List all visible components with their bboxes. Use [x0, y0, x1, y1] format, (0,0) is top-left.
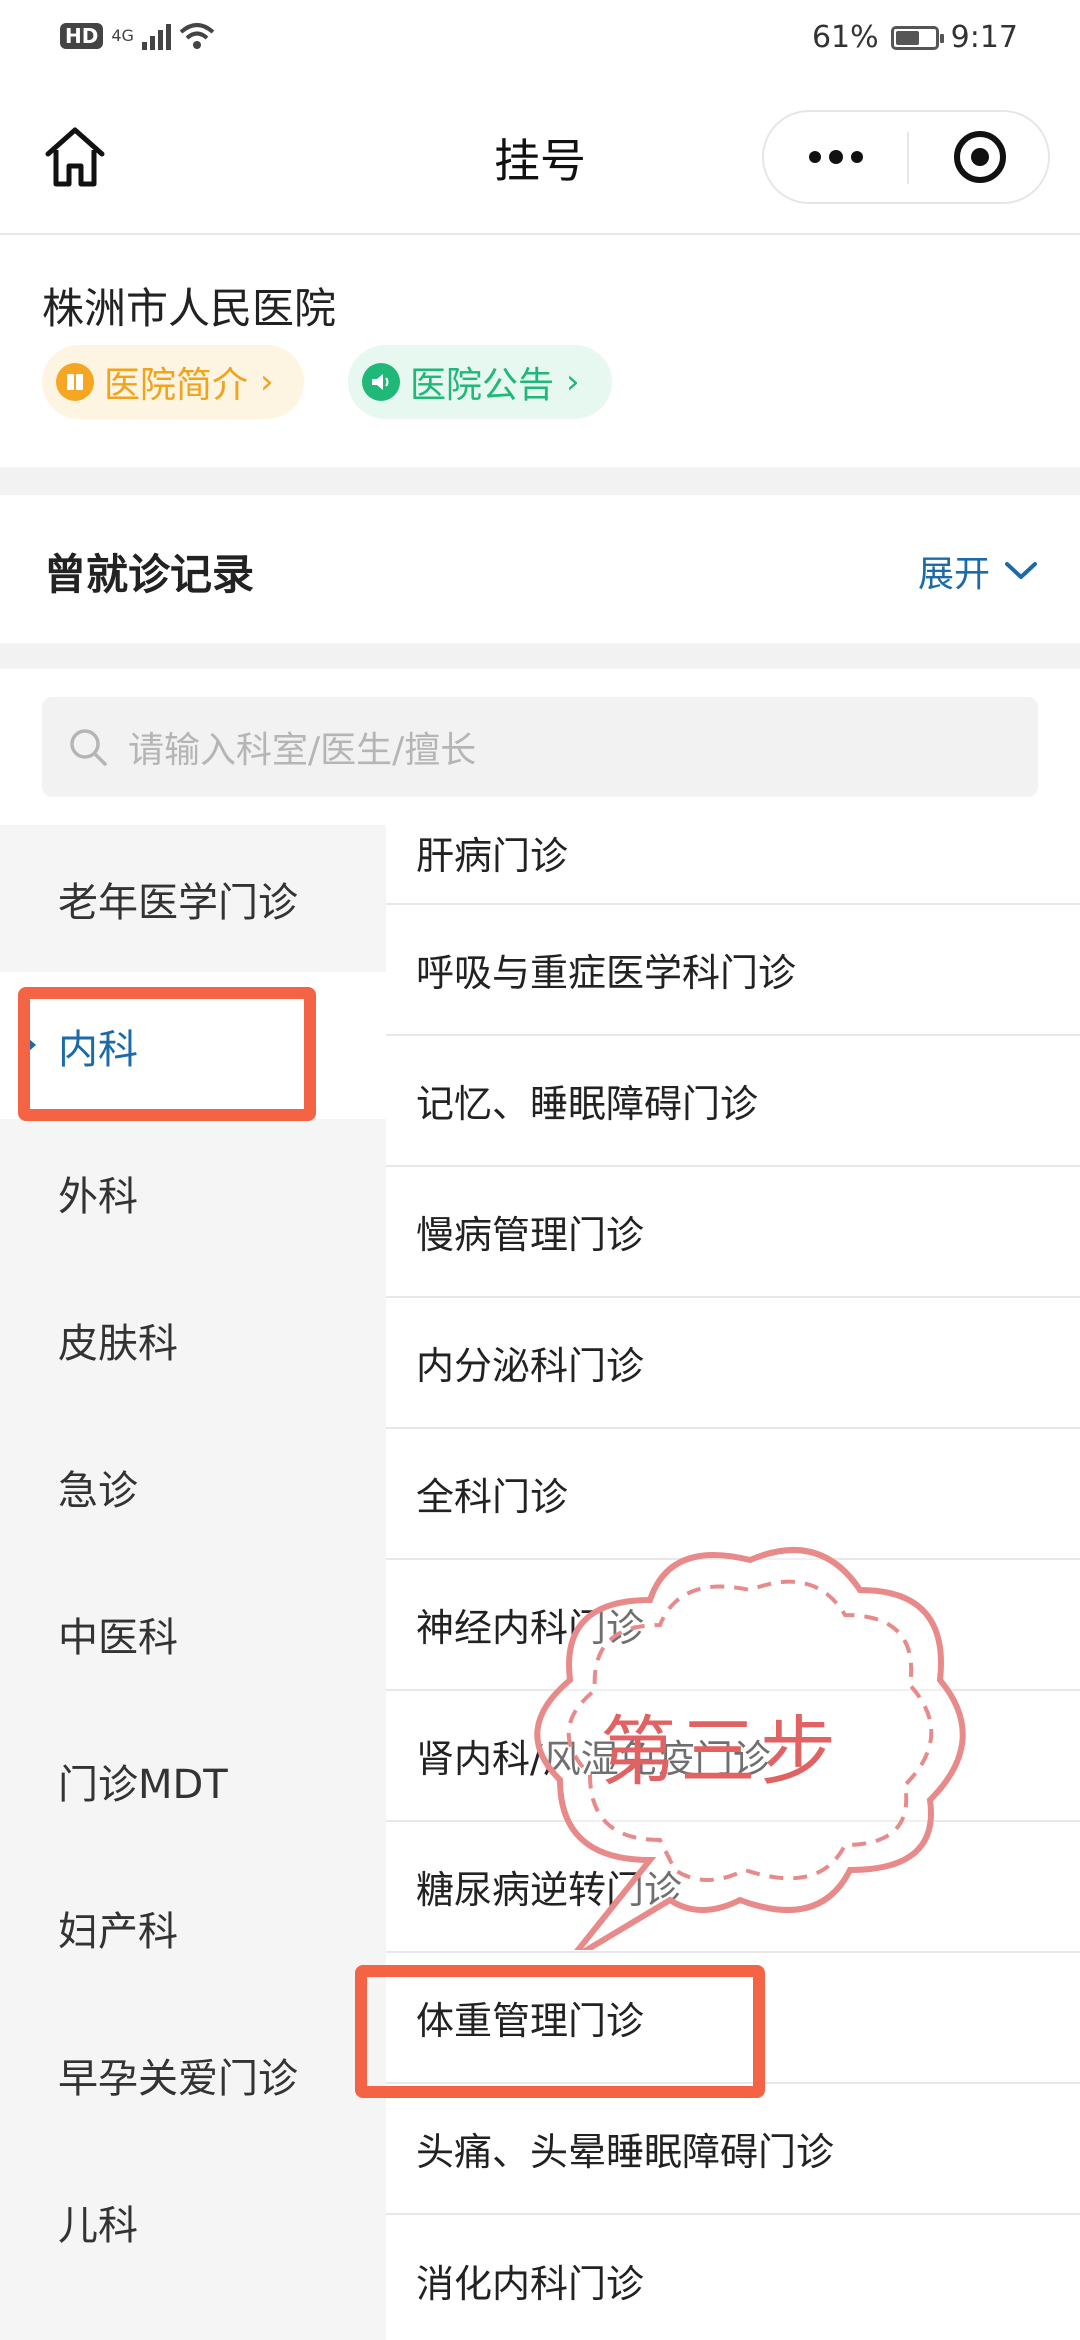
clinic-item[interactable]: 慢病管理门诊 [386, 1167, 1080, 1298]
visit-records-section: 曾就诊记录 展开 [0, 495, 1080, 643]
department-item-active[interactable]: 内科 [0, 972, 386, 1119]
hospital-info: 株洲市人民医院 医院简介 › 医院公告 › [0, 235, 1080, 467]
hospital-notice-button[interactable]: 医院公告 › [348, 345, 612, 419]
network-type: 4G [111, 26, 134, 45]
hospital-name: 株洲市人民医院 [42, 284, 337, 333]
clinic-item[interactable]: 糖尿病逆转门诊 [386, 1822, 1080, 1953]
clinic-item[interactable]: 神经内科门诊 [386, 1560, 1080, 1691]
hospital-intro-button[interactable]: 医院简介 › [42, 345, 304, 419]
hd-badge: HD [60, 23, 104, 49]
clinic-item[interactable]: 记忆、睡眠障碍门诊 [386, 1036, 1080, 1167]
chevron-right-icon: › [566, 362, 580, 402]
department-item[interactable]: 中医科 [0, 1560, 386, 1707]
book-icon [56, 363, 94, 401]
signal-icon [141, 22, 171, 50]
department-list: 老年医学门诊 内科 外科 皮肤科 急诊 中医科 门诊MDT 妇产科 早孕关爱门诊 儿科 [0, 825, 386, 2340]
department-item[interactable]: 妇产科 [0, 1854, 386, 2001]
expand-label: 展开 [917, 554, 990, 595]
expand-button[interactable]: 展开 [918, 545, 1038, 597]
visit-records-title: 曾就诊记录 [44, 550, 255, 599]
clinic-item[interactable]: 头痛、头晕睡眠障碍门诊 [386, 2084, 1080, 2215]
chevron-right-icon: › [260, 362, 274, 402]
search-section: 请输入科室/医生/擅长 [0, 669, 1080, 825]
battery-fill [895, 30, 919, 45]
speaker-icon [362, 363, 400, 401]
close-icon [953, 131, 1006, 183]
status-right: 61% 9:17 [812, 20, 1018, 55]
search-icon [70, 729, 107, 766]
step-annotation: 第三步 [600, 1707, 840, 1796]
clinic-list: 肝病门诊 呼吸与重症医学科门诊 记忆、睡眠障碍门诊 慢病管理门诊 内分泌科门诊 全科门诊神… [386, 825, 1080, 2340]
signal-group: HD 4G [60, 22, 215, 50]
wifi-icon [179, 23, 215, 49]
search-input[interactable]: 请输入科室/医生/擅长 [42, 697, 1038, 797]
chevron-down-icon [1005, 562, 1037, 579]
department-item[interactable]: 门诊MDT [0, 1707, 386, 1854]
hospital-intro-label: 医院简介 [104, 365, 249, 406]
more-icon [808, 151, 821, 163]
section-divider [0, 467, 1080, 495]
miniprogram-capsule [762, 110, 1050, 204]
department-item[interactable]: 急诊 [0, 1413, 386, 1560]
battery-icon [890, 25, 944, 50]
close-button[interactable] [909, 112, 1050, 202]
department-item[interactable]: 皮肤科 [0, 1266, 386, 1413]
section-divider [0, 643, 1080, 669]
nav-bar: 挂号 [0, 80, 1080, 235]
clock: 9:17 [950, 20, 1018, 55]
clinic-item[interactable]: 全科门诊 [386, 1429, 1080, 1560]
more-button[interactable] [764, 112, 907, 202]
department-item[interactable]: 老年医学门诊 [0, 825, 386, 972]
search-placeholder: 请输入科室/医生/擅长 [128, 730, 477, 771]
department-item[interactable]: 早孕关爱门诊 [0, 2001, 386, 2148]
department-item[interactable]: 外科 [0, 1119, 386, 1266]
clinic-item[interactable]: 内分泌科门诊 [386, 1298, 1080, 1429]
clinic-item[interactable]: 呼吸与重症医学科门诊 [386, 905, 1080, 1036]
department-item[interactable]: 儿科 [0, 2148, 386, 2295]
battery-percent: 61% [811, 20, 879, 55]
clinic-item[interactable]: 体重管理门诊 [386, 1953, 1080, 2084]
clinic-item[interactable]: 消化内科门诊 [386, 2215, 1080, 2340]
clinic-item[interactable]: 肝病门诊 [386, 825, 1080, 905]
status-bar: HD 4G 61% 9:17 [0, 0, 1080, 80]
hospital-notice-label: 医院公告 [410, 365, 555, 406]
